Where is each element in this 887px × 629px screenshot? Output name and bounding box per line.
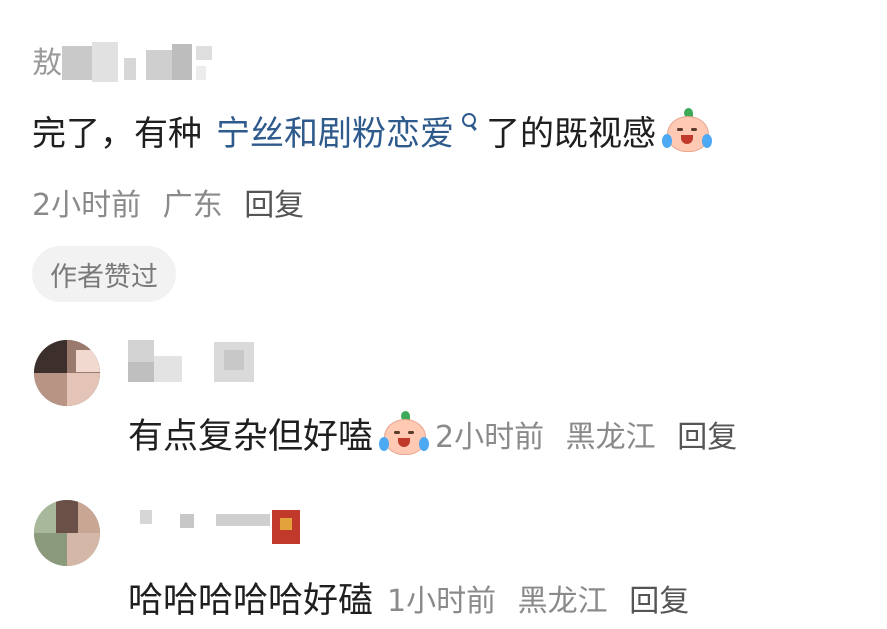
reply-username-redaction <box>128 340 258 384</box>
crying-laughing-peach-emoji-icon <box>662 107 712 154</box>
reply-button[interactable]: 回复 <box>244 188 304 223</box>
reply-time: 1小时前 <box>387 583 497 619</box>
reply-button[interactable]: 回复 <box>677 420 737 455</box>
avatar[interactable] <box>34 500 100 566</box>
username-text[interactable]: 敖 <box>32 46 63 81</box>
comment-text-prefix: 完了，有种 <box>32 114 202 154</box>
reply-location: 黑龙江 <box>565 419 656 455</box>
reply-2-text: 哈哈哈哈哈好磕 <box>128 581 374 621</box>
comment-location: 广东 <box>162 188 223 223</box>
comment-meta: 2小时前 广东 回复 <box>32 180 316 224</box>
topic-link[interactable]: 宁丝和剧粉恋爱 <box>216 106 454 155</box>
avatar[interactable] <box>34 340 100 406</box>
comment-text-suffix: 了的既视感 <box>486 114 656 154</box>
crying-laughing-peach-emoji-icon <box>379 410 430 457</box>
comment-text: 完了，有种 宁丝和剧粉恋爱 了的既视感 <box>32 106 712 155</box>
reply-1-meta: 2小时前 黑龙江 回复 <box>435 412 749 456</box>
username-redaction <box>62 42 232 82</box>
comment-time: 2小时前 <box>32 188 142 223</box>
reply-1: 有点复杂但好嗑 2小时前 黑龙江 回复 <box>128 408 749 459</box>
reply-2: 哈哈哈哈哈好磕 1小时前 黑龙江 回复 <box>128 572 701 623</box>
reply-button[interactable]: 回复 <box>629 584 689 619</box>
search-icon[interactable] <box>460 112 478 135</box>
reply-2-meta: 1小时前 黑龙江 回复 <box>387 576 701 620</box>
reply-location: 黑龙江 <box>517 583 608 619</box>
author-liked-label: 作者赞过 <box>50 261 158 293</box>
reply-time: 2小时前 <box>435 419 545 455</box>
comment-username[interactable]: 敖 <box>32 38 63 82</box>
reply-1-text: 有点复杂但好嗑 <box>128 417 374 457</box>
author-liked-badge: 作者赞过 <box>32 246 176 302</box>
reply-username-redaction <box>140 508 310 548</box>
